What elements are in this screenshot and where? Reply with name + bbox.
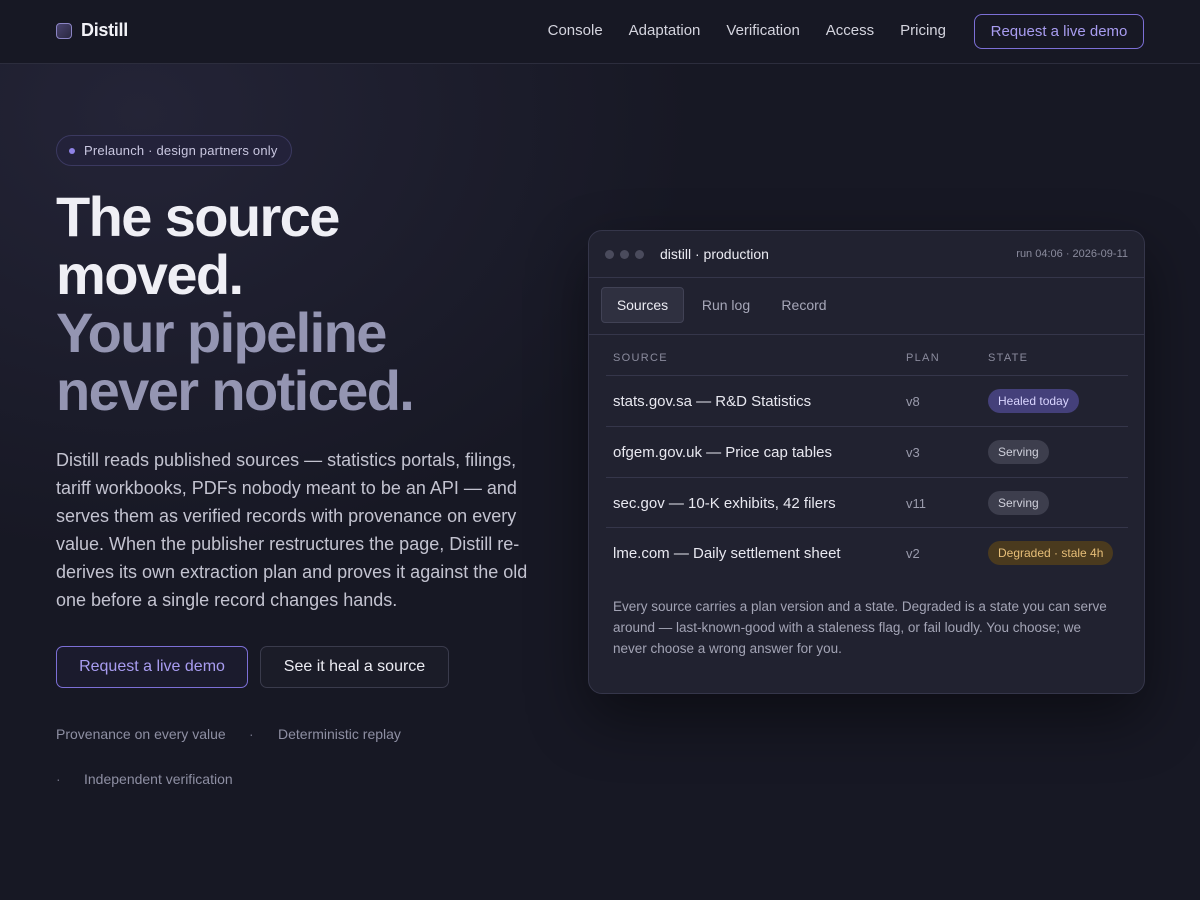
feature-provenance: Provenance on every value: [56, 726, 226, 742]
column-header-plan: PLAN: [906, 352, 940, 364]
window-dot-icon: [635, 250, 644, 259]
status-dot-icon: [69, 147, 75, 154]
nav-link-access[interactable]: Access: [826, 22, 874, 39]
panel-header: distill · production run 04:06 · 2026-09…: [589, 231, 1144, 278]
feature-separator: ·: [249, 726, 254, 742]
panel-title: distill · production: [660, 246, 769, 262]
feature-replay: Deterministic replay: [278, 726, 401, 742]
source-name: lme.com — Daily settlement sheet: [613, 545, 841, 562]
panel-note: Every source carries a plan version and …: [613, 599, 1107, 656]
state-badge: Degraded · stale 4h: [988, 541, 1114, 565]
panel-tabs: Sources Run log Record: [589, 278, 1144, 335]
nav-link-console[interactable]: Console: [548, 22, 603, 39]
nav-link-pricing[interactable]: Pricing: [900, 22, 946, 39]
nav-links: Console Adaptation Verification Access P…: [548, 22, 946, 39]
source-name: sec.gov — 10-K exhibits, 42 filers: [613, 495, 836, 512]
state-badge: Serving: [988, 440, 1049, 464]
nav-link-verification[interactable]: Verification: [726, 22, 799, 39]
brand[interactable]: Distill: [56, 20, 128, 41]
nav-link-adaptation[interactable]: Adaptation: [629, 22, 701, 39]
plan-version: v2: [906, 546, 920, 561]
hero-description: Distill reads published sources — statis…: [56, 450, 528, 610]
tab-record[interactable]: Record: [769, 287, 839, 323]
source-name: stats.gov.sa — R&D Statistics: [613, 393, 812, 410]
brand-name: Distill: [81, 20, 128, 40]
nav-demo-button[interactable]: Request a live demo: [974, 14, 1144, 49]
run-timestamp: run 04:06 · 2026-09-11: [1016, 248, 1128, 260]
window-dot-icon: [620, 250, 629, 259]
window-dots: [605, 250, 644, 259]
status-pill-text: Prelaunch · design partners only: [84, 143, 278, 158]
logo-icon: [56, 22, 72, 39]
feature-separator: ·: [56, 771, 61, 787]
source-name: ofgem.gov.uk — Price cap tables: [613, 444, 832, 461]
state-badge: Healed today: [988, 389, 1079, 413]
table-row[interactable]: lme.com — Daily settlement sheet v2 Degr…: [606, 527, 1128, 578]
table-row[interactable]: stats.gov.sa — R&D Statistics v8 Healed …: [606, 375, 1128, 426]
table-row[interactable]: sec.gov — 10-K exhibits, 42 filers v11 S…: [606, 477, 1128, 528]
plan-version: v3: [906, 445, 920, 460]
top-nav: Distill Console Adaptation Verification …: [0, 0, 1200, 64]
column-header-source: SOURCE: [613, 352, 668, 364]
plan-version: v11: [906, 496, 926, 511]
window-dot-icon: [605, 250, 614, 259]
plan-version: v8: [906, 394, 920, 409]
table-row[interactable]: ofgem.gov.uk — Price cap tables v3 Servi…: [606, 426, 1128, 477]
status-pill: Prelaunch · design partners only: [56, 135, 292, 166]
headline-line-2: Your pipeline never noticed.: [56, 301, 415, 422]
see-heal-button[interactable]: See it heal a source: [260, 646, 449, 688]
feature-verification: Independent verification: [84, 771, 233, 787]
tab-run-log[interactable]: Run log: [691, 287, 761, 323]
column-header-state: STATE: [988, 352, 1029, 364]
tab-sources[interactable]: Sources: [601, 287, 684, 323]
state-badge: Serving: [988, 491, 1049, 515]
hero-headline: The source moved. Your pipeline never no…: [56, 188, 536, 420]
request-demo-button[interactable]: Request a live demo: [56, 646, 248, 688]
production-panel: distill · production run 04:06 · 2026-09…: [588, 230, 1145, 694]
headline-line-1: The source moved.: [56, 185, 340, 306]
